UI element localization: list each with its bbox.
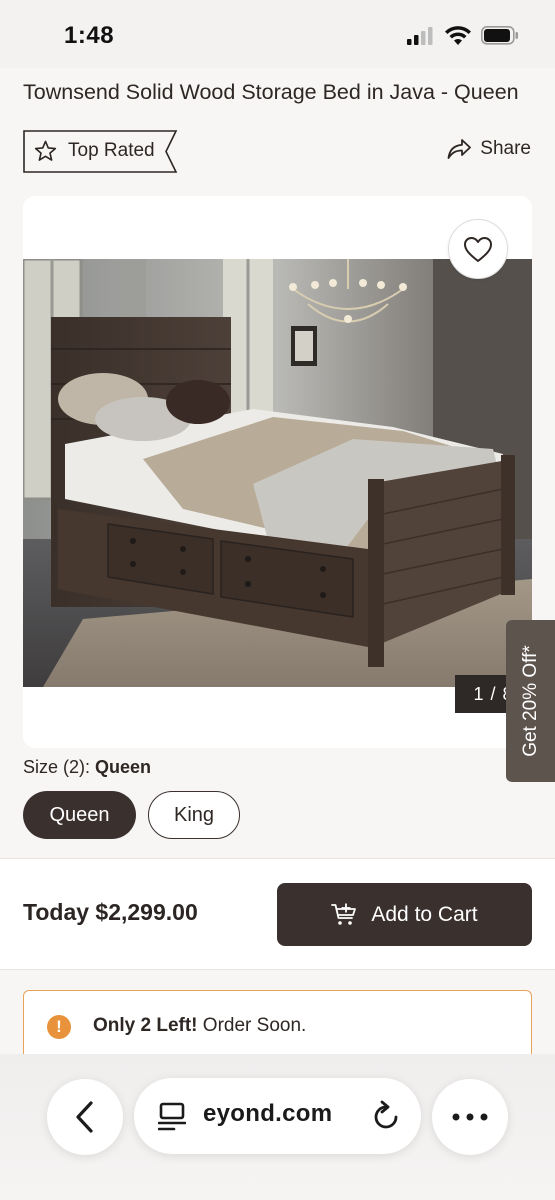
url-text: eyond.com — [203, 1100, 333, 1127]
promo-tab-label: Get 20% Off* — [519, 645, 541, 757]
stock-message: Order Soon. — [197, 1015, 307, 1036]
back-icon — [76, 1101, 93, 1133]
size-selected-value: Queen — [95, 757, 152, 777]
tabs-icon — [158, 1102, 186, 1131]
share-button[interactable]: Share — [447, 138, 531, 160]
price: Today $2,299.00 — [23, 899, 198, 925]
alert-icon: ! — [47, 1015, 71, 1039]
product-title: Townsend Solid Wood Storage Bed in Java … — [23, 80, 519, 104]
size-options: Queen King — [23, 791, 240, 839]
address-bar[interactable]: eyond.com — [134, 1078, 421, 1154]
cart-plus-icon — [331, 903, 357, 925]
share-label: Share — [480, 138, 531, 159]
top-rated-badge: Top Rated — [23, 130, 178, 173]
more-button[interactable] — [432, 1079, 508, 1155]
size-label: Size (2): Queen — [23, 757, 151, 778]
battery-icon — [481, 26, 518, 45]
add-to-cart-button[interactable]: Add to Cart — [277, 883, 532, 946]
wifi-icon — [445, 26, 471, 45]
favorite-button[interactable] — [448, 219, 508, 279]
status-time: 1:48 — [64, 22, 115, 49]
heart-icon — [464, 236, 492, 262]
stock-count: Only 2 Left! — [93, 1015, 198, 1036]
size-label-prefix: Size (2): — [23, 757, 96, 777]
back-button[interactable] — [47, 1079, 123, 1155]
reload-icon[interactable] — [371, 1100, 401, 1132]
size-option-queen[interactable]: Queen — [23, 791, 136, 839]
top-rated-label: Top Rated — [68, 140, 155, 161]
purchase-bar: Today $2,299.00 Add to Cart — [0, 858, 555, 970]
more-icon — [452, 1113, 488, 1121]
promo-tab[interactable]: Get 20% Off* — [506, 620, 555, 782]
product-image[interactable] — [23, 259, 532, 687]
signal-icon — [407, 26, 433, 45]
status-bar: 1:48 — [0, 0, 555, 68]
product-gallery[interactable]: 1 / 8 — [23, 196, 532, 748]
browser-toolbar: eyond.com — [0, 1054, 555, 1200]
size-option-king[interactable]: King — [148, 791, 240, 839]
add-to-cart-label: Add to Cart — [371, 902, 478, 926]
status-icons — [407, 26, 519, 45]
star-icon — [34, 140, 57, 161]
share-icon — [447, 139, 472, 159]
stock-text: Only 2 Left! Order Soon. — [93, 1015, 306, 1037]
